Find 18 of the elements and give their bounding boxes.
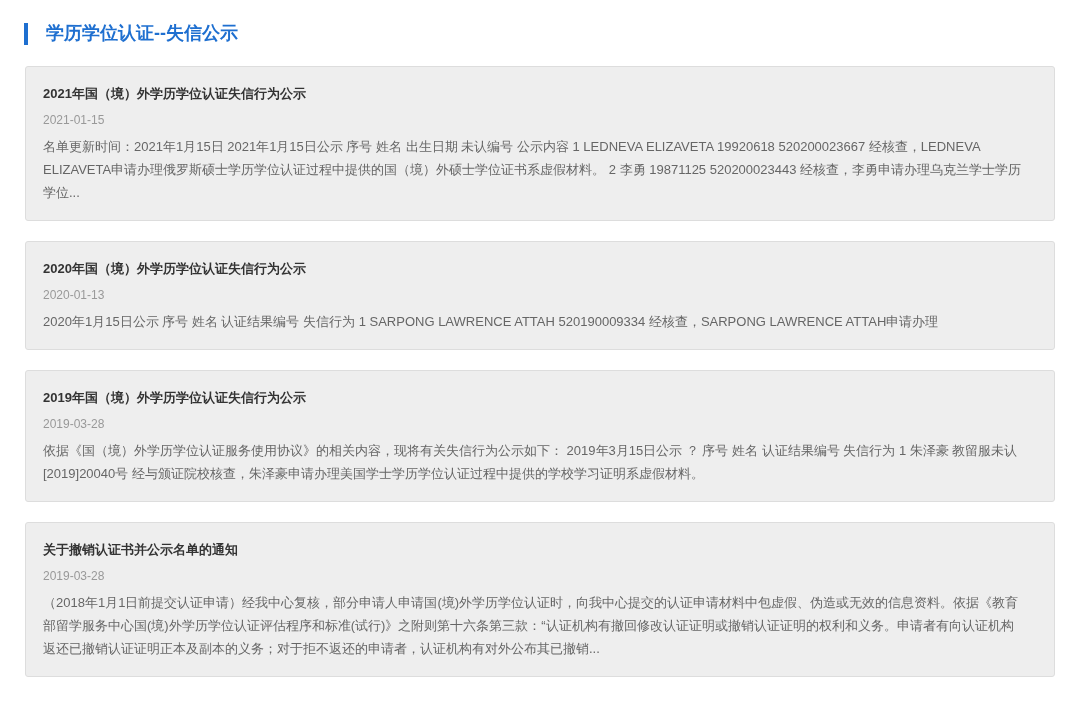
notice-date: 2020-01-13 xyxy=(43,287,106,304)
notice-date: 2019-03-28 xyxy=(43,568,106,585)
notice-card[interactable] xyxy=(25,522,1055,677)
notice-title[interactable]: 关于撤销认证书并公示名单的通知 xyxy=(43,540,1037,560)
notice-title[interactable]: 2019年国（境）外学历学位认证失信行为公示 xyxy=(43,388,1037,408)
notice-card[interactable]: 2019年国（境）外学历学位认证失信行为公示 2019-03-28 依据《国（境）外学历学位认证服务使用协议》的相关内容，现将有关失信行为公示如下： 2019年3月15日公示 ？ 序号 姓名 认证结果编号 失信行为 1 朱泽豪 教留服未认[2019]20040号 经与颁证院校核查，朱泽豪申请办理美国学士学历学位认证过程中提供的学校学习证明系虚假材料。 xyxy=(25,370,1055,502)
notice-date: 2019-03-28 xyxy=(43,416,106,433)
notice-summary: 依据《国（境）外学历学位认证服务使用协议》的相关内容，现将有关失信行为公示如下： 2019年3月15日公示 ？ 序号 姓名 认证结果编号 失信行为 1 朱泽豪 教留服未认[2019]20040号 经与颁证院校核查，朱泽豪申请办理美国学士学历学位认证过程中提供的学校学习证明系虚假材料。 xyxy=(43,442,1019,483)
notice-summary: （2018年1月1日前提交认证申请）经我中心复核，部分申请人申请国(境)外学历学位认证时，向我中心提交的认证申请材料中包虚假、伪造或无效的信息资料。依据《教育部留学服务中心国(境)外学历学位认证评估程序和标准(试行)》之附则第十六条第三款：“认证机构有撤回修改认证证明或撤销认证证明的权利和义务。申请者有向认证机构返还已撤销认证证明正本及副本的义务；对于拒不返还的申请者，认证机构有对外公布其已撤销... xyxy=(43,594,1020,658)
notice-card[interactable]: 2020年国（境）外学历学位认证失信行为公示 2020-01-13 2020年1月15日公示 序号 姓名 认证结果编号 失信行为 1 SARPONG LAWRENCE ATTAH 520190009334 经核查，SARPONG LAWRENCE ATTAH申请办理 xyxy=(25,241,1055,350)
notice-card[interactable] xyxy=(25,66,1055,221)
accent-bar xyxy=(24,22,28,45)
notice-summary: 名单更新时间：2021年1月15日 2021年1月15日公示 序号 姓名 出生日期 未认编号 公示内容 1 LEDNEVA ELIZAVETA 19920618 520200023667 经核查，LEDNEVA ELIZAVETA申请办理俄罗斯硕士学历学位认证过程中提供的国（境）外硕士学位证书系虚假材料。 2 李勇 19871125 520200023443 经核查，李勇申请办理乌克兰学士学历学位... xyxy=(43,138,1023,202)
notice-title[interactable]: 2021年国（境）外学历学位认证失信行为公示 xyxy=(43,84,1037,104)
page-title: 学历学位认证--失信公示 xyxy=(46,22,238,45)
notice-title[interactable]: 2020年国（境）外学历学位认证失信行为公示 xyxy=(43,259,1037,279)
notice-summary: 2020年1月15日公示 序号 姓名 认证结果编号 失信行为 1 SARPONG LAWRENCE ATTAH 520190009334 经核查，SARPONG LAWRENCE ATTAH申请办理 xyxy=(43,313,940,331)
notice-date: 2021-01-15 xyxy=(43,112,106,129)
